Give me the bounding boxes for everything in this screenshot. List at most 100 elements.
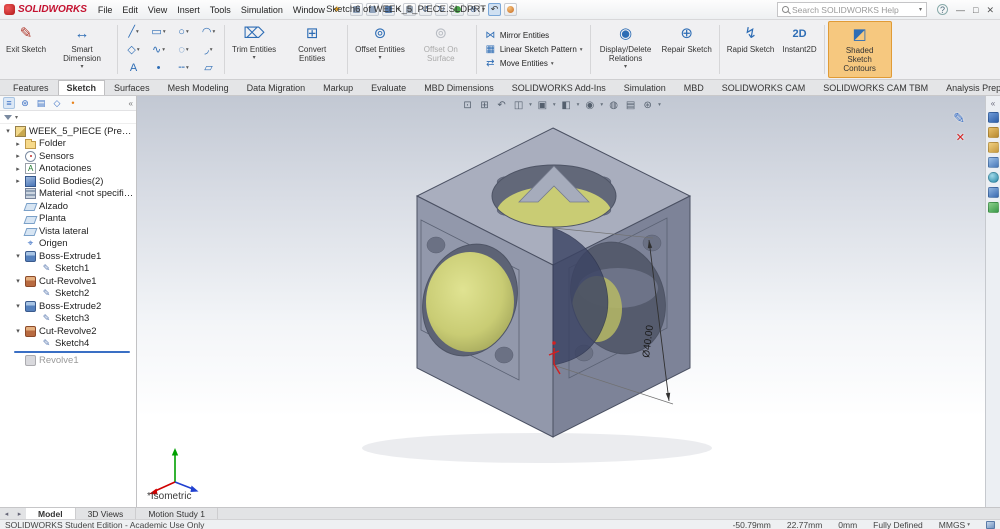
tree-item-sketch3[interactable]: Sketch3: [0, 313, 136, 326]
view-orientation-button[interactable]: ▣: [535, 98, 550, 112]
tab-markup[interactable]: Markup: [314, 80, 362, 95]
search-input[interactable]: [792, 4, 916, 15]
tree-item-cut-revolve2[interactable]: Cut-Revolve2: [0, 325, 136, 338]
tool-construction-line[interactable]: ╌ ▾: [171, 59, 196, 77]
tool-plane[interactable]: ▱: [196, 59, 221, 77]
shaded-sketch-contours-button[interactable]: ◩ Shaded Sketch Contours: [827, 21, 892, 78]
view-settings-button[interactable]: ⊛: [640, 98, 655, 112]
tool-spline[interactable]: ∿ ▾: [146, 41, 171, 59]
menu-item-insert[interactable]: Insert: [172, 3, 205, 17]
zoom-to-area-button[interactable]: ⊞: [477, 98, 492, 112]
tab-solidworks-cam[interactable]: SOLIDWORKS CAM: [713, 80, 815, 95]
tab-scroll-right-icon[interactable]: ▸: [13, 508, 26, 519]
hide-show-items-button[interactable]: ◉: [582, 98, 597, 112]
tool-fillet[interactable]: ◞ ▾: [196, 41, 221, 59]
tab-data-migration[interactable]: Data Migration: [238, 80, 315, 95]
units-selector[interactable]: MMGS ▾: [939, 520, 970, 529]
instant2d-button[interactable]: 2D Instant2D: [778, 21, 820, 78]
tree-item-solid-bodies[interactable]: Solid Bodies(2): [0, 175, 136, 188]
search-scope-caret-icon[interactable]: ▾: [919, 6, 922, 13]
tree-item-sketch2[interactable]: Sketch2: [0, 288, 136, 301]
tool-circle[interactable]: ○ ▾: [171, 23, 196, 41]
tree-item-boss-extrude1[interactable]: Boss-Extrude1: [0, 250, 136, 263]
view-orientation-caret-icon[interactable]: ▾: [553, 102, 556, 108]
hide-show-caret-icon[interactable]: ▾: [600, 102, 603, 108]
display-style-button[interactable]: ◧: [559, 98, 574, 112]
section-view-button[interactable]: ◫: [511, 98, 526, 112]
displaymanager-tab[interactable]: •: [67, 97, 79, 109]
tool-rectangle[interactable]: ▭ ▾: [146, 23, 171, 41]
tool-point[interactable]: •: [146, 59, 171, 77]
file-explorer-icon[interactable]: [987, 142, 999, 153]
graphics-area[interactable]: ⊡ ⊞ ↶ ◫ ▾ ▣ ▾ ◧ ▾ ◉ ▾ ◍ ▤ ⊛ ▾ ✎ ✕ Ø40.00…: [137, 96, 985, 507]
tab-features[interactable]: Features: [4, 80, 58, 95]
tree-item-material[interactable]: Material <not specified>: [0, 188, 136, 201]
repair-sketch-button[interactable]: ⊕ Repair Sketch: [658, 21, 716, 78]
menu-item-simulation[interactable]: Simulation: [236, 3, 288, 17]
expand-arrow-icon[interactable]: [14, 302, 22, 310]
tree-item-sketch4[interactable]: Sketch4: [0, 338, 136, 351]
smart-dimension-button[interactable]: ↔ Smart Dimension ▾: [50, 21, 114, 78]
reference-triad[interactable]: [149, 448, 199, 495]
menu-item-tools[interactable]: Tools: [205, 3, 236, 17]
solidworks-logo[interactable]: SOLIDWORKS: [4, 4, 87, 15]
tree-item-folder[interactable]: Folder: [0, 138, 136, 151]
rollback-bar[interactable]: [14, 351, 130, 353]
menu-item-file[interactable]: File: [93, 3, 118, 17]
zoom-to-fit-button[interactable]: ⊡: [460, 98, 475, 112]
tree-item-sketch1[interactable]: Sketch1: [0, 263, 136, 276]
appearance-ball-icon[interactable]: [503, 3, 517, 16]
expand-arrow-icon[interactable]: [14, 140, 22, 148]
appearances-scenes-icon[interactable]: [987, 172, 999, 183]
editing-indicator-icon[interactable]: [986, 520, 995, 529]
tree-item-front-plane[interactable]: Alzado: [0, 200, 136, 213]
convert-entities-button[interactable]: ⊞ Convert Entities: [280, 21, 344, 78]
select-cursor-icon[interactable]: ↶: [487, 3, 501, 16]
solidworks-forum-icon[interactable]: [987, 202, 999, 213]
tab-motion-study-1[interactable]: Motion Study 1: [136, 508, 219, 519]
filter-caret-icon[interactable]: ▾: [15, 114, 18, 121]
apply-scene-button[interactable]: ▤: [623, 98, 638, 112]
tab-3d-views[interactable]: 3D Views: [76, 508, 137, 519]
window-close-icon[interactable]: ✕: [986, 5, 994, 15]
help-icon[interactable]: ?: [937, 4, 949, 15]
tab-mbd[interactable]: MBD: [675, 80, 713, 95]
tab-mesh-modeling[interactable]: Mesh Modeling: [159, 80, 238, 95]
offset-entities-button[interactable]: ⊚ Offset Entities ▾: [351, 21, 409, 78]
edit-appearance-button[interactable]: ◍: [606, 98, 621, 112]
expand-arrow-icon[interactable]: [14, 327, 22, 335]
display-delete-relations-button[interactable]: ◉ Display/Delete Relations ▾: [594, 21, 658, 78]
tab-mbd-dimensions[interactable]: MBD Dimensions: [415, 80, 503, 95]
propertymanager-tab[interactable]: ⊛: [19, 97, 31, 109]
move-entities-button[interactable]: ⇄ Move Entities ▾: [480, 57, 587, 70]
view-settings-caret-icon[interactable]: ▾: [658, 102, 661, 108]
featuremanager-tree-tab[interactable]: ≡: [3, 97, 15, 109]
task-pane-collapse-icon[interactable]: «: [991, 99, 995, 108]
view-palette-icon[interactable]: [987, 157, 999, 168]
tab-analysis-preparation[interactable]: Analysis Preparation: [937, 80, 1000, 95]
tree-item-right-plane[interactable]: Vista lateral: [0, 225, 136, 238]
display-style-caret-icon[interactable]: ▾: [577, 102, 580, 108]
tab-evaluate[interactable]: Evaluate: [362, 80, 415, 95]
section-caret-icon[interactable]: ▾: [529, 102, 532, 108]
tool-text[interactable]: A: [121, 59, 146, 77]
window-maximize-icon[interactable]: □: [973, 5, 978, 15]
tab-model[interactable]: Model: [26, 508, 76, 519]
solidworks-resources-icon[interactable]: [987, 112, 999, 123]
tool-ellipse[interactable]: ◌ ▾: [171, 41, 196, 59]
linear-sketch-pattern-button[interactable]: ▦ Linear Sketch Pattern ▾: [480, 43, 587, 56]
dimxpertmanager-tab[interactable]: ◇: [51, 97, 63, 109]
expand-arrow-icon[interactable]: [14, 277, 22, 285]
design-library-icon[interactable]: [987, 127, 999, 138]
confirm-exit-sketch-icon[interactable]: ✎: [953, 110, 965, 127]
trim-entities-button[interactable]: ⌦ Trim Entities ▾: [228, 21, 280, 78]
exit-sketch-button[interactable]: ✎ Exit Sketch: [2, 21, 50, 78]
menu-item-window[interactable]: Window: [288, 3, 330, 17]
tab-surfaces[interactable]: Surfaces: [105, 80, 159, 95]
expand-arrow-icon[interactable]: [4, 127, 12, 135]
panel-collapse-icon[interactable]: «: [129, 99, 133, 108]
custom-properties-icon[interactable]: [987, 187, 999, 198]
tab-solidworks-add-ins[interactable]: SOLIDWORKS Add-Ins: [503, 80, 615, 95]
mirror-entities-button[interactable]: ⋈ Mirror Entities: [480, 29, 587, 42]
tool-line[interactable]: ╱ ▾: [121, 23, 146, 41]
